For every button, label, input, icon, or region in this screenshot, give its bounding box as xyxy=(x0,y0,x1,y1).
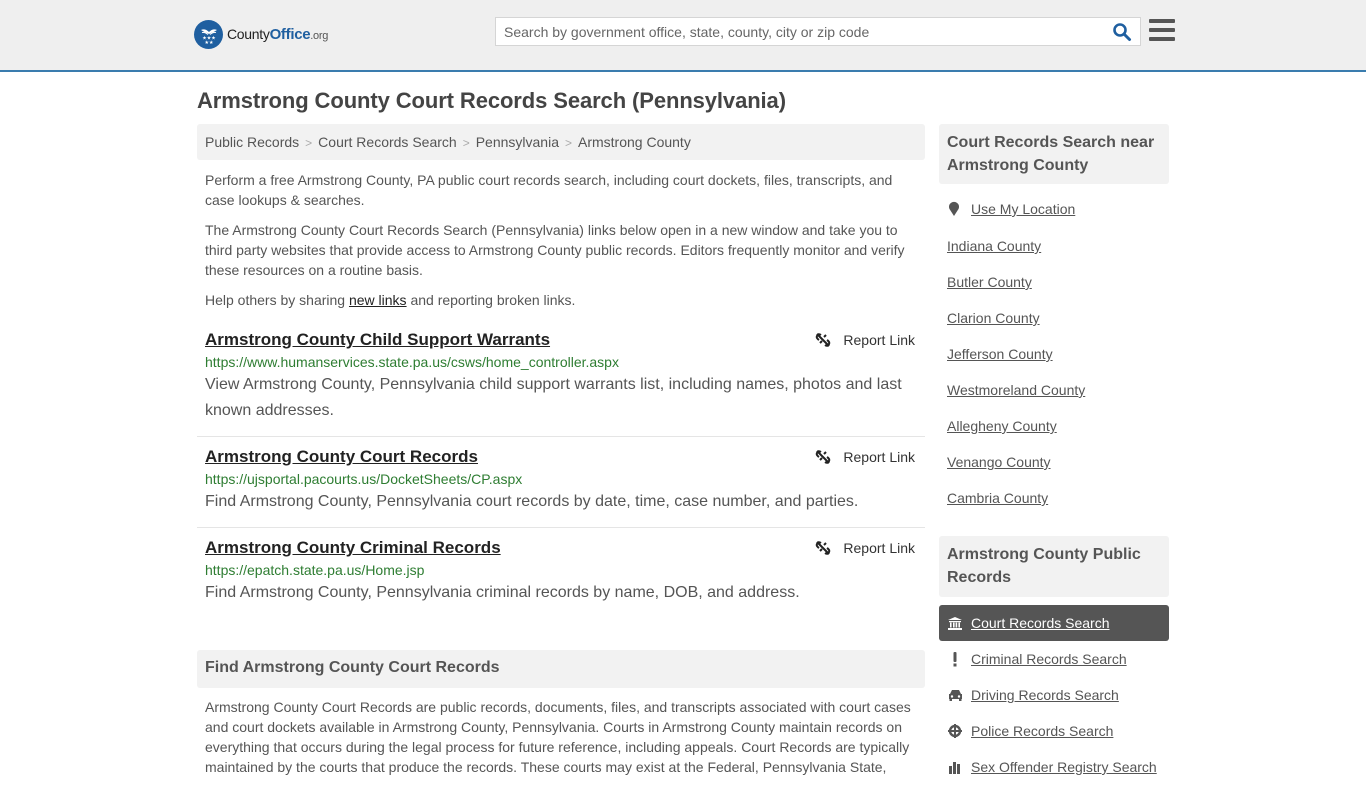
breadcrumb-public-records[interactable]: Public Records xyxy=(205,134,299,150)
menu-bar xyxy=(1149,28,1175,32)
new-links-link[interactable]: new links xyxy=(349,292,407,308)
city-icon xyxy=(947,759,963,775)
listing-url: https://www.humanservices.state.pa.us/cs… xyxy=(205,354,619,370)
intro-text: Perform a free Armstrong County, PA publ… xyxy=(205,170,917,320)
breadcrumb: Public Records > Court Records Search > Penn… xyxy=(197,124,925,160)
sidebar-item-police-records-search[interactable]: Police Records Search xyxy=(939,713,1169,749)
listing-item: Armstrong County Court Records https://u… xyxy=(197,445,925,528)
nearby-heading: Court Records Search near Armstrong Coun… xyxy=(939,124,1169,184)
sidebar-item-criminal-records-search[interactable]: Criminal Records Search xyxy=(939,641,1169,677)
menu-bar xyxy=(1149,37,1175,41)
breadcrumb-separator: > xyxy=(305,136,313,150)
eagle-stars-icon: ★★★ ★★ xyxy=(194,20,223,49)
breadcrumb-separator: > xyxy=(564,136,572,150)
breadcrumb-armstrong-county[interactable]: Armstrong County xyxy=(578,134,691,150)
listing-description: Find Armstrong County, Pennsylvania crim… xyxy=(205,584,800,601)
breadcrumb-separator: > xyxy=(462,136,470,150)
page-title: Armstrong County Court Records Search (P… xyxy=(197,88,786,113)
report-link-label: Report Link xyxy=(843,540,915,556)
public-records-heading: Armstrong County Public Records xyxy=(939,536,1169,597)
search-box xyxy=(495,17,1141,46)
nearby-county-link[interactable]: Westmoreland County xyxy=(947,382,1085,398)
exclamation-icon xyxy=(947,651,963,667)
report-link-button[interactable]: Report Link xyxy=(815,449,915,465)
broken-link-icon xyxy=(816,450,831,464)
listing-item: Armstrong County Child Support Warrants … xyxy=(197,328,925,437)
breadcrumb-court-records-search[interactable]: Court Records Search xyxy=(318,134,457,150)
search-input[interactable] xyxy=(496,18,1106,45)
listing-url: https://ujsportal.pacourts.us/DocketShee… xyxy=(205,471,523,487)
listing-url: https://epatch.state.pa.us/Home.jsp xyxy=(205,562,425,578)
intro-paragraph: Perform a free Armstrong County, PA publ… xyxy=(205,172,893,208)
site-logo[interactable]: ★★★ ★★ CountyOffice.org xyxy=(194,20,328,49)
nearby-county-link[interactable]: Allegheny County xyxy=(947,418,1057,434)
use-my-location-link[interactable]: Use My Location xyxy=(947,201,1075,217)
map-marker-icon xyxy=(949,201,959,216)
search-button[interactable] xyxy=(1112,22,1134,42)
share-links-paragraph: Help others by sharing new links and rep… xyxy=(205,292,576,308)
nearby-county-link[interactable]: Indiana County xyxy=(947,238,1041,254)
nearby-county-link[interactable]: Butler County xyxy=(947,274,1032,290)
listing-title-link[interactable]: Armstrong County Court Records xyxy=(205,447,478,467)
listing-description: View Armstrong County, Pennsylvania chil… xyxy=(205,376,902,419)
nearby-county-link[interactable]: Cambria County xyxy=(947,490,1048,506)
listing-title-link[interactable]: Armstrong County Criminal Records xyxy=(205,538,501,558)
find-records-body: Armstrong County Court Records are publi… xyxy=(205,699,911,775)
listing-title-link[interactable]: Armstrong County Child Support Warrants xyxy=(205,330,550,350)
report-link-button[interactable]: Report Link xyxy=(815,332,915,348)
listing-item: Armstrong County Criminal Records https:… xyxy=(197,536,925,616)
sidebar-item-court-records-search[interactable]: Court Records Search xyxy=(939,605,1169,641)
sidebar-item-driving-records-search[interactable]: Driving Records Search xyxy=(939,677,1169,713)
logo-text: CountyOffice.org xyxy=(227,26,329,43)
nearby-county-link[interactable]: Venango County xyxy=(947,454,1051,470)
listing-description: Find Armstrong County, Pennsylvania cour… xyxy=(205,493,859,510)
breadcrumb-pennsylvania[interactable]: Pennsylvania xyxy=(476,134,559,150)
broken-link-icon xyxy=(816,541,831,555)
courthouse-icon xyxy=(947,615,963,631)
site-header: ★★★ ★★ CountyOffice.org xyxy=(0,0,1366,72)
crosshair-icon xyxy=(947,723,963,739)
report-link-label: Report Link xyxy=(843,449,915,465)
hamburger-menu-button[interactable] xyxy=(1149,19,1175,43)
car-icon xyxy=(947,687,963,703)
broken-link-icon xyxy=(816,333,831,347)
search-icon xyxy=(1113,23,1131,41)
intro-paragraph: The Armstrong County Court Records Searc… xyxy=(205,222,905,278)
report-link-label: Report Link xyxy=(843,332,915,348)
menu-bar xyxy=(1149,19,1175,23)
find-records-heading: Find Armstrong County Court Records xyxy=(197,650,925,688)
nearby-county-link[interactable]: Clarion County xyxy=(947,310,1040,326)
nearby-county-link[interactable]: Jefferson County xyxy=(947,346,1053,362)
sidebar-item-sex-offender-registry-search[interactable]: Sex Offender Registry Search xyxy=(939,749,1169,785)
svg-text:★★: ★★ xyxy=(204,40,213,46)
report-link-button[interactable]: Report Link xyxy=(815,540,915,556)
